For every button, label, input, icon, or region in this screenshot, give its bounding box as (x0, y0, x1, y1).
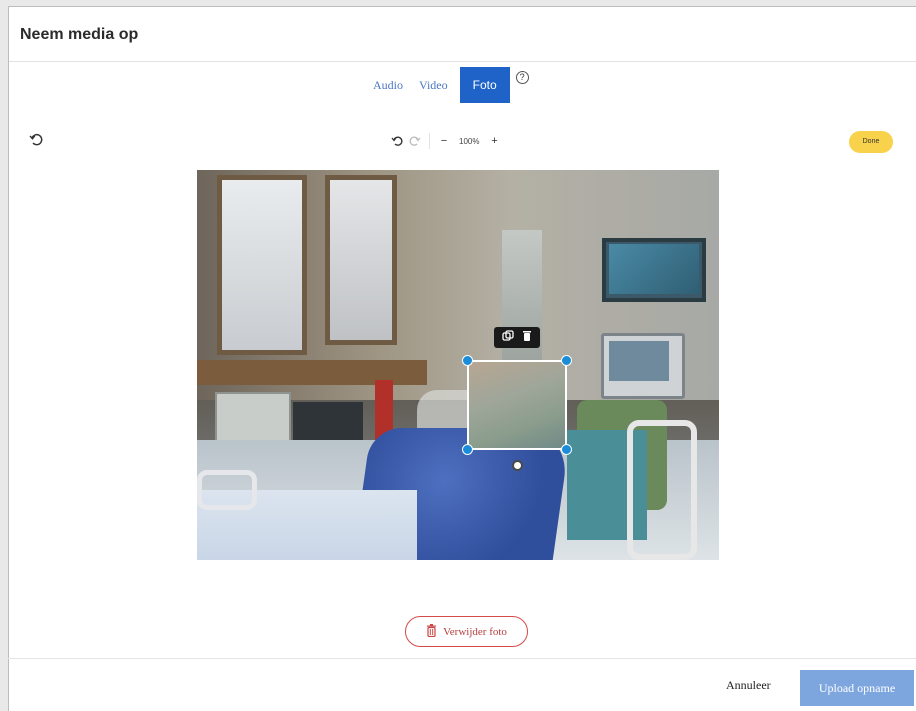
tab-foto[interactable]: Foto (459, 67, 510, 103)
reset-icon[interactable] (28, 132, 44, 148)
duplicate-icon[interactable] (502, 329, 514, 347)
zoom-out-button[interactable]: − (435, 132, 453, 150)
photo-monitor-screen (609, 244, 699, 294)
help-icon[interactable]: ? (515, 70, 529, 84)
selection-toolbar (494, 327, 540, 348)
footer-divider (8, 658, 916, 659)
resize-handle-bottom-right[interactable] (561, 444, 572, 455)
editor-toolbar: − 100% + (388, 132, 503, 150)
photo-canvas[interactable] (197, 170, 719, 560)
resize-handle-top-right[interactable] (561, 355, 572, 366)
trash-icon (426, 623, 437, 640)
photo-window (325, 175, 397, 345)
modal-title: Neem media op (20, 26, 139, 43)
photo-bed-rail (197, 470, 257, 510)
resize-handle-top-left[interactable] (462, 355, 473, 366)
photo-window (217, 175, 307, 355)
photo-ventilator-screen (609, 341, 669, 381)
delete-photo-label: Verwijder foto (443, 625, 507, 638)
zoom-level: 100% (459, 136, 480, 146)
trash-icon[interactable] (522, 329, 532, 347)
delete-photo-button[interactable]: Verwijder foto (405, 616, 528, 647)
media-tabs: Audio Video Foto ? (365, 66, 529, 104)
tab-audio[interactable]: Audio (365, 67, 411, 103)
modal-header: Neem media op (9, 7, 916, 62)
toolbar-divider (429, 133, 430, 149)
redo-icon[interactable] (406, 132, 424, 150)
done-button[interactable]: Done (849, 131, 893, 153)
zoom-in-button[interactable]: + (485, 132, 503, 150)
resize-handle-bottom-left[interactable] (462, 444, 473, 455)
tab-video[interactable]: Video (411, 67, 456, 103)
photo-bed-rail (627, 420, 697, 560)
undo-icon[interactable] (388, 132, 406, 150)
upload-button[interactable]: Upload opname (800, 670, 914, 706)
cancel-button[interactable]: Annuleer (726, 678, 771, 693)
blur-selection[interactable] (467, 360, 567, 450)
rotate-handle[interactable] (512, 460, 523, 471)
